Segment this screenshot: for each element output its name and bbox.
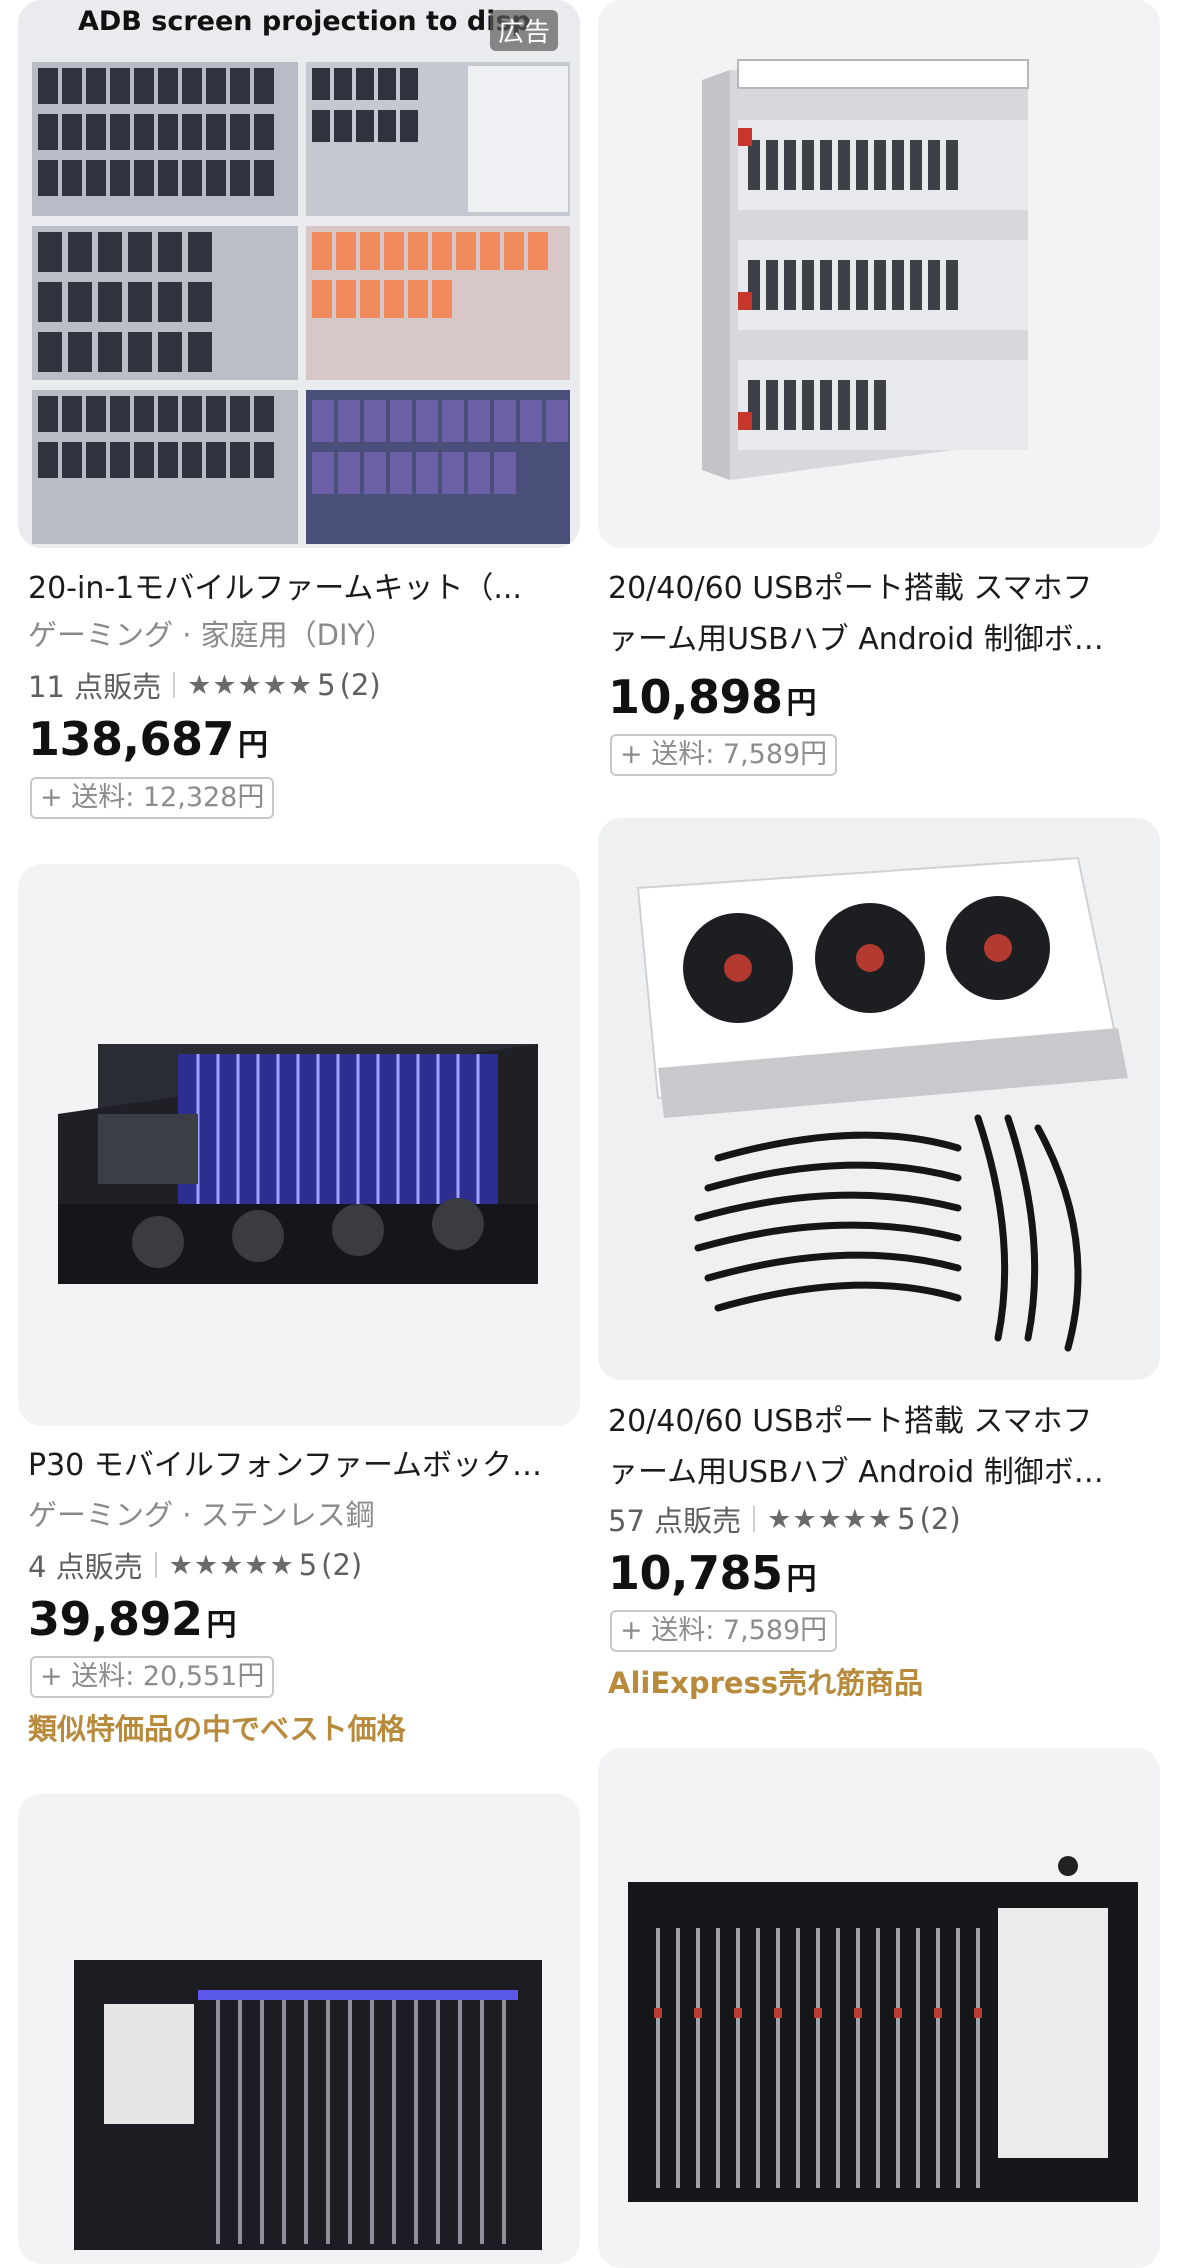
usb-hub-fans-image xyxy=(598,818,1160,1380)
product-image-p3[interactable] xyxy=(18,864,580,1426)
product-category: ゲーミング · ステンレス鋼 xyxy=(28,1498,375,1532)
review-count: (2) xyxy=(919,1502,961,1536)
divider xyxy=(753,1506,756,1532)
product-card-p5[interactable] xyxy=(18,1794,580,2264)
price: 138,687 円 xyxy=(28,712,268,766)
product-card-p2[interactable]: 20/40/60 USBポート搭載 スマホフ ァーム用USBハブ Android… xyxy=(598,0,1160,790)
farm-rack-image xyxy=(18,1794,580,2264)
product-title[interactable]: P30 モバイルフォンファームボック… xyxy=(28,1440,570,1491)
divider xyxy=(154,1552,157,1578)
review-count: (2) xyxy=(321,1548,363,1582)
review-count: (2) xyxy=(339,668,381,702)
price-value: 10,785 xyxy=(608,1546,783,1600)
currency: 円 xyxy=(206,1608,237,1643)
price: 39,892 円 xyxy=(28,1592,237,1646)
product-image-p2[interactable] xyxy=(598,0,1160,548)
divider xyxy=(173,672,176,698)
image-caption: ADB screen projection to disp xyxy=(78,6,531,37)
sold-count: 57 点販売 xyxy=(608,1504,742,1538)
product-image-p1[interactable]: ADB screen projection to disp 広告 xyxy=(18,0,580,548)
product-image-p5[interactable] xyxy=(18,1794,580,2264)
product-card-p6[interactable] xyxy=(598,1748,1160,2268)
product-title-line-1[interactable]: 20/40/60 USBポート搭載 スマホフ xyxy=(608,1396,1150,1447)
price-value: 138,687 xyxy=(28,712,235,766)
product-card-p4[interactable]: 20/40/60 USBポート搭載 スマホフ ァーム用USBハブ Android… xyxy=(598,818,1160,1718)
product-card-p1[interactable]: ADB screen projection to disp 広告 20-in-1… xyxy=(18,0,580,830)
currency: 円 xyxy=(786,1562,817,1597)
farm-box-image xyxy=(18,864,580,1426)
product-title-line-2[interactable]: ァーム用USBハブ Android 制御ボ… xyxy=(608,614,1150,665)
star-rating-icon: ★★★★★ xyxy=(187,669,314,701)
shipping-badge: + 送料: 7,589円 xyxy=(610,734,838,776)
ad-badge: 広告 xyxy=(489,10,558,51)
product-title-line-2[interactable]: ァーム用USBハブ Android 制御ボ… xyxy=(608,1447,1150,1498)
price-value: 39,892 xyxy=(28,1592,203,1646)
price-value: 10,898 xyxy=(608,670,783,724)
shipping-badge: + 送料: 7,589円 xyxy=(610,1610,838,1652)
product-image-p6[interactable] xyxy=(598,1748,1160,2268)
farm-cabinet-image xyxy=(598,1748,1160,2268)
star-rating-icon: ★★★★★ xyxy=(168,1549,295,1581)
promo-label: 類似特価品の中でベスト価格 xyxy=(28,1712,406,1746)
rating-value: 5 xyxy=(897,1502,916,1536)
product-title[interactable]: 20-in-1モバイルファームキット（... xyxy=(28,563,570,614)
product-card-p3[interactable]: P30 モバイルフォンファームボック… ゲーミング · ステンレス鋼 4 点販売… xyxy=(18,864,580,1764)
sold-rating-row: 4 点販売 ★★★★★ 5 (2) xyxy=(28,1544,362,1586)
sold-count: 11 点販売 xyxy=(28,670,162,704)
currency: 円 xyxy=(238,728,269,763)
shipping-badge: + 送料: 12,328円 xyxy=(30,777,275,819)
sold-rating-row: 57 点販売 ★★★★★ 5 (2) xyxy=(608,1498,961,1540)
product-title-line-1[interactable]: 20/40/60 USBポート搭載 スマホフ xyxy=(608,563,1150,614)
rating-value: 5 xyxy=(317,668,336,702)
rating-value: 5 xyxy=(298,1548,318,1582)
sold-rating-row: 11 点販売 ★★★★★ 5 (2) xyxy=(28,664,381,706)
shipping-badge: + 送料: 20,551円 xyxy=(30,1656,275,1698)
promo-label: AliExpress売れ筋商品 xyxy=(608,1666,924,1700)
product-category: ゲーミング · 家庭用（DIY） xyxy=(28,618,395,652)
sold-count: 4 点販売 xyxy=(28,1550,143,1584)
price: 10,898 円 xyxy=(608,670,817,724)
price: 10,785 円 xyxy=(608,1546,817,1600)
usb-hub-rack-image xyxy=(598,0,1160,548)
currency: 円 xyxy=(786,686,817,721)
star-rating-icon: ★★★★★ xyxy=(767,1503,894,1535)
phone-grid-image xyxy=(18,0,580,548)
product-image-p4[interactable] xyxy=(598,818,1160,1380)
